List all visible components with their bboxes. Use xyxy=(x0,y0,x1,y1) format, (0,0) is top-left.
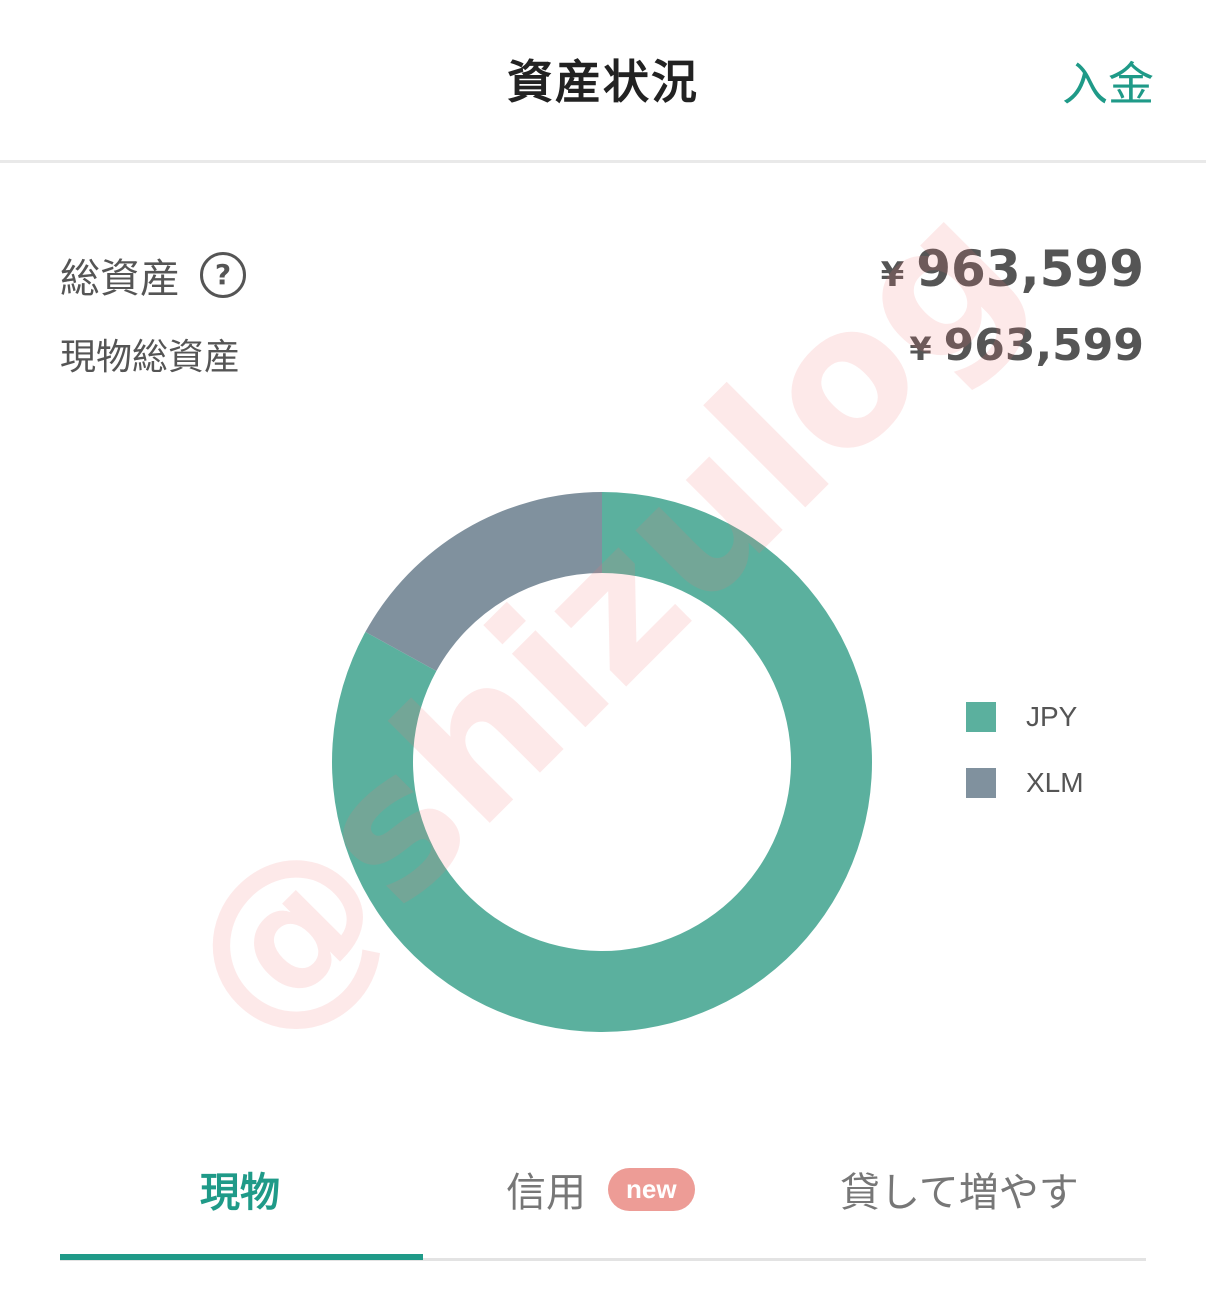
legend-label-jpy: JPY xyxy=(1026,701,1078,732)
help-icon[interactable]: ? xyxy=(200,252,246,298)
total-amount: 963,599 xyxy=(916,240,1144,298)
donut-slice-xlm xyxy=(365,492,602,671)
asset-status-screen: 資産状況 入金 総資産 ? ¥ 963,599 現物総資産 ¥ 963,599 … xyxy=(0,0,1206,1290)
tab-spot-label: 現物 xyxy=(200,1170,280,1216)
legend-swatch-xlm xyxy=(966,768,996,798)
total-assets-label: 総資産 xyxy=(60,256,180,302)
legend-item-jpy: JPY xyxy=(966,698,1084,736)
active-tab-indicator xyxy=(60,1254,423,1260)
legend-item-xlm: XLM xyxy=(966,764,1084,802)
spot-assets-value: ¥ 963,599 xyxy=(909,320,1144,371)
tab-margin-label: 信用 xyxy=(506,1170,586,1216)
total-currency-symbol: ¥ xyxy=(880,255,905,295)
legend-swatch-jpy xyxy=(966,702,996,732)
page-title: 資産状況 xyxy=(507,55,699,109)
total-assets-value: ¥ 963,599 xyxy=(881,240,1144,298)
total-assets-label-row: 総資産 ? xyxy=(60,246,246,304)
spot-amount: 963,599 xyxy=(943,320,1144,371)
tab-lending-label: 貸して増やす xyxy=(840,1170,1079,1216)
spot-currency-symbol: ¥ xyxy=(909,330,932,368)
tab-lending[interactable]: 貸して増やす xyxy=(840,1160,1079,1218)
spot-assets-label: 現物総資産 xyxy=(60,337,241,378)
tab-spot[interactable]: 現物 xyxy=(200,1160,280,1218)
asset-donut-chart xyxy=(332,492,873,1032)
tab-margin[interactable]: 信用 new xyxy=(506,1160,695,1218)
header-bar: 資産状況 入金 xyxy=(0,0,1206,163)
legend-label-xlm: XLM xyxy=(1026,767,1084,798)
chart-legend: JPY XLM xyxy=(966,698,1084,830)
tab-bar: 現物 信用 new 貸して増やす xyxy=(60,1130,1146,1262)
new-badge: new xyxy=(608,1167,695,1211)
deposit-button[interactable]: 入金 xyxy=(1062,48,1154,114)
